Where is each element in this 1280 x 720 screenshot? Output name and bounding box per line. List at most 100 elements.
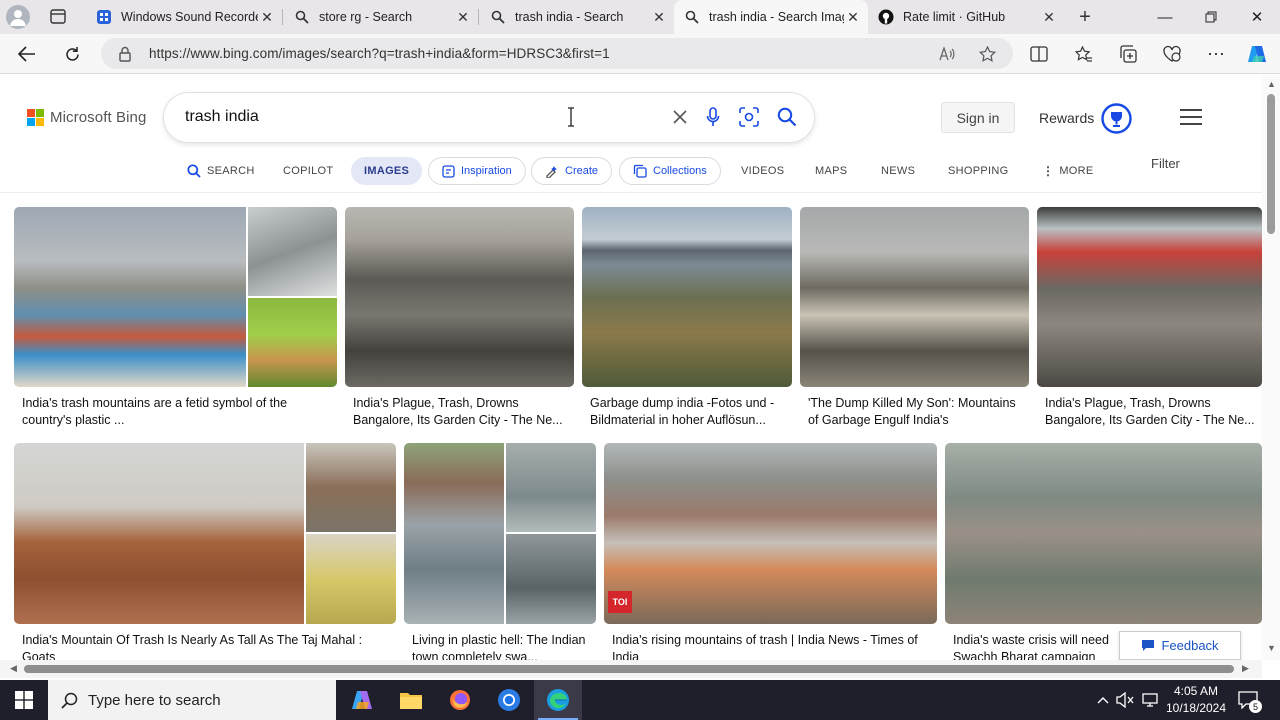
visual-search-icon[interactable] — [737, 105, 761, 129]
read-aloud-icon[interactable] — [936, 43, 958, 65]
result-caption[interactable]: India's waste crisis will need Swachh Bh… — [953, 632, 1123, 660]
result-thumbnail[interactable] — [800, 207, 1029, 387]
rewards-link[interactable]: Rewards — [1039, 110, 1094, 126]
search-box[interactable]: trash india — [164, 93, 814, 142]
scope-create[interactable]: Create — [531, 157, 613, 185]
photo-river-bridge — [582, 207, 792, 387]
scope-shopping[interactable]: SHOPPING — [948, 157, 1008, 185]
taskbar-search-box[interactable]: Type here to search — [48, 680, 336, 720]
copilot-icon[interactable] — [1246, 43, 1268, 65]
back-arrow-icon[interactable] — [11, 38, 43, 70]
chrome-icon[interactable] — [485, 680, 533, 720]
show-hidden-icons-chevron-icon[interactable] — [1094, 680, 1112, 720]
close-icon[interactable]: ✕ — [1040, 8, 1058, 26]
feedback-button[interactable]: Feedback — [1119, 631, 1241, 660]
close-icon[interactable]: ✕ — [650, 8, 668, 26]
more-icon: ⋮ — [1042, 164, 1055, 178]
minimize-icon[interactable]: — — [1142, 0, 1188, 34]
system-clock[interactable]: 4:05 AM 10/18/2024 — [1162, 683, 1230, 717]
close-icon[interactable]: ✕ — [258, 8, 276, 26]
inspiration-icon — [442, 164, 455, 178]
hamburger-menu-icon[interactable] — [1180, 109, 1202, 125]
result-caption[interactable]: Garbage dump india -Fotos und -Bildmater… — [590, 395, 786, 429]
search-icon — [61, 692, 78, 709]
edge-icon[interactable] — [534, 680, 582, 720]
photo-village-street — [306, 443, 396, 532]
scope-more[interactable]: ⋮ MORE — [1042, 157, 1094, 185]
scope-collections[interactable]: Collections — [619, 157, 721, 185]
horizontal-scroll-thumb[interactable] — [24, 665, 1234, 673]
result-thumbnail[interactable] — [404, 443, 596, 624]
clear-search-icon[interactable] — [668, 105, 692, 129]
tab-sound-recorder[interactable]: Windows Sound Recorder ✕ — [86, 0, 282, 34]
profile-avatar-icon[interactable] — [6, 5, 30, 29]
scope-search[interactable]: SEARCH — [187, 157, 255, 185]
notification-center-icon[interactable]: 5 — [1236, 680, 1262, 720]
result-caption[interactable]: India's rising mountains of trash | Indi… — [612, 632, 932, 660]
sign-in-button[interactable]: Sign in — [941, 102, 1015, 133]
microphone-icon[interactable] — [701, 105, 725, 129]
scope-label: VIDEOS — [741, 165, 785, 177]
tab-trash-india-search[interactable]: trash india - Search ✕ — [480, 0, 674, 34]
vertical-scroll-thumb[interactable] — [1267, 94, 1275, 234]
result-caption[interactable]: India's Plague, Trash, Drowns Bangalore,… — [1045, 395, 1257, 429]
volume-muted-icon[interactable] — [1115, 680, 1135, 720]
result-thumbnail[interactable]: TOI — [604, 443, 937, 624]
collections-icon[interactable] — [1117, 43, 1139, 65]
result-thumbnail[interactable] — [345, 207, 574, 387]
bing-logo[interactable]: Microsoft Bing — [27, 109, 146, 126]
result-caption[interactable]: India's trash mountains are a fetid symb… — [22, 395, 322, 429]
close-window-icon[interactable]: ✕ — [1234, 0, 1280, 34]
result-thumbnail[interactable] — [582, 207, 792, 387]
new-tab-plus-icon[interactable]: + — [1074, 6, 1096, 28]
restore-icon[interactable] — [1188, 0, 1234, 34]
scope-label: Inspiration — [461, 165, 512, 177]
result-caption[interactable]: India's Plague, Trash, Drowns Bangalore,… — [353, 395, 568, 429]
search-icon — [684, 9, 700, 25]
favorite-star-icon[interactable] — [976, 43, 998, 65]
tab-trash-india-images[interactable]: trash india - Search Images ✕ — [674, 0, 868, 34]
close-icon[interactable]: ✕ — [844, 8, 862, 26]
more-options-icon[interactable]: ⋯ — [1205, 43, 1227, 65]
scope-news[interactable]: NEWS — [881, 157, 915, 185]
result-thumbnail[interactable] — [1037, 207, 1262, 387]
filter-button[interactable]: Filter — [1151, 156, 1180, 171]
result-thumbnail[interactable] — [945, 443, 1262, 624]
result-caption[interactable]: Living in plastic hell: The Indian town … — [412, 632, 590, 660]
rewards-trophy-icon[interactable] — [1101, 103, 1132, 134]
scroll-up-arrow-icon[interactable]: ▲ — [1267, 79, 1276, 89]
vertical-scrollbar[interactable]: ▲ ▼ — [1262, 75, 1280, 660]
scroll-right-arrow-icon[interactable]: ▶ — [1242, 663, 1249, 674]
favorites-icon[interactable] — [1073, 43, 1095, 65]
result-caption[interactable]: 'The Dump Killed My Son': Mountains of G… — [808, 395, 1023, 429]
scope-videos[interactable]: VIDEOS — [741, 157, 784, 185]
split-screen-icon[interactable] — [1028, 43, 1050, 65]
search-submit-icon[interactable] — [775, 105, 799, 129]
firefox-icon[interactable] — [436, 680, 484, 720]
scope-maps[interactable]: MAPS — [815, 157, 847, 185]
address-bar[interactable]: https://www.bing.com/images/search?q=tra… — [101, 38, 1013, 69]
scope-copilot[interactable]: COPILOT — [283, 157, 333, 185]
result-thumbnail[interactable] — [14, 207, 337, 387]
horizontal-scrollbar[interactable]: ◀ ▶ — [0, 660, 1262, 678]
scope-images[interactable]: IMAGES — [351, 157, 423, 185]
start-button[interactable] — [0, 680, 48, 720]
tab-actions-icon[interactable] — [48, 8, 68, 26]
file-explorer-icon[interactable] — [387, 680, 435, 720]
result-thumbnail[interactable] — [14, 443, 396, 624]
lock-icon[interactable] — [118, 46, 136, 62]
refresh-icon[interactable] — [56, 38, 88, 70]
copilot-app-icon[interactable] — [338, 680, 386, 720]
scope-inspiration[interactable]: Inspiration — [428, 157, 526, 185]
tab-label: trash india - Search Images — [709, 10, 844, 24]
photo-sacks — [306, 534, 396, 624]
browser-essentials-icon[interactable] — [1161, 43, 1183, 65]
result-caption[interactable]: India's Mountain Of Trash Is Nearly As T… — [22, 632, 382, 660]
tab-github-rate-limit[interactable]: Rate limit · GitHub ✕ — [868, 0, 1064, 34]
network-icon[interactable] — [1139, 680, 1161, 720]
scroll-left-arrow-icon[interactable]: ◀ — [10, 663, 17, 674]
search-input[interactable]: trash india — [185, 108, 259, 126]
scroll-down-arrow-icon[interactable]: ▼ — [1267, 643, 1276, 653]
close-icon[interactable]: ✕ — [454, 8, 472, 26]
tab-store-rg-search[interactable]: store rg - Search ✕ — [284, 0, 478, 34]
